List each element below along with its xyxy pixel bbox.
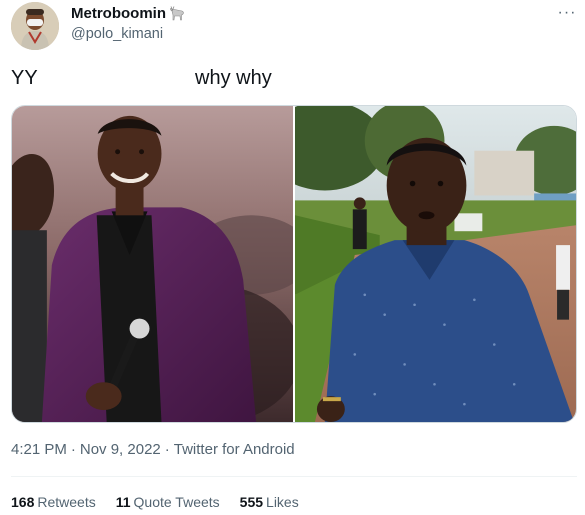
quote-tweets-count: 11 [115,494,131,510]
meta-separator-2: · [164,441,170,458]
likes-label: Likes [266,494,299,510]
tweet-source[interactable]: Twitter for Android [174,441,295,458]
photo-right[interactable] [295,106,576,422]
media-grid [11,105,577,423]
tweet: Metroboomin @polo_kimani ··· YY why why [0,0,585,515]
quote-tweets-label: Quote Tweets [133,494,220,510]
goat-emoji-icon [170,6,184,21]
retweets-stat[interactable]: 168 Retweets [11,494,96,510]
quote-tweets-stat[interactable]: 11 Quote Tweets [116,494,220,510]
tweet-text-part-2: why why [195,67,272,89]
tweet-stats: 168 Retweets 11 Quote Tweets 555 Likes [11,494,299,510]
photo-man-blue-shirt-icon [295,106,576,422]
divider [11,476,577,477]
avatar-image-icon [11,2,59,50]
display-name-text: Metroboomin [71,5,166,22]
retweets-label: Retweets [37,494,96,510]
tweet-meta: 4:21 PM · Nov 9, 2022 · Twitter for Android [11,441,295,458]
tweet-text: YY why why [11,67,576,93]
photo-man-purple-suit-icon [12,106,293,422]
likes-stat[interactable]: 555 Likes [240,494,299,510]
tweet-text-part-1: YY [11,67,38,89]
avatar[interactable] [11,2,59,50]
tweet-date[interactable]: Nov 9, 2022 [80,441,161,458]
author-handle[interactable]: @polo_kimani [71,26,163,42]
retweets-count: 168 [11,494,35,510]
photo-left[interactable] [12,106,293,422]
more-options-icon[interactable]: ··· [556,4,578,22]
tweet-time[interactable]: 4:21 PM [11,441,67,458]
meta-separator-1: · [70,441,76,458]
display-name[interactable]: Metroboomin [71,5,186,22]
likes-count: 555 [239,494,264,510]
